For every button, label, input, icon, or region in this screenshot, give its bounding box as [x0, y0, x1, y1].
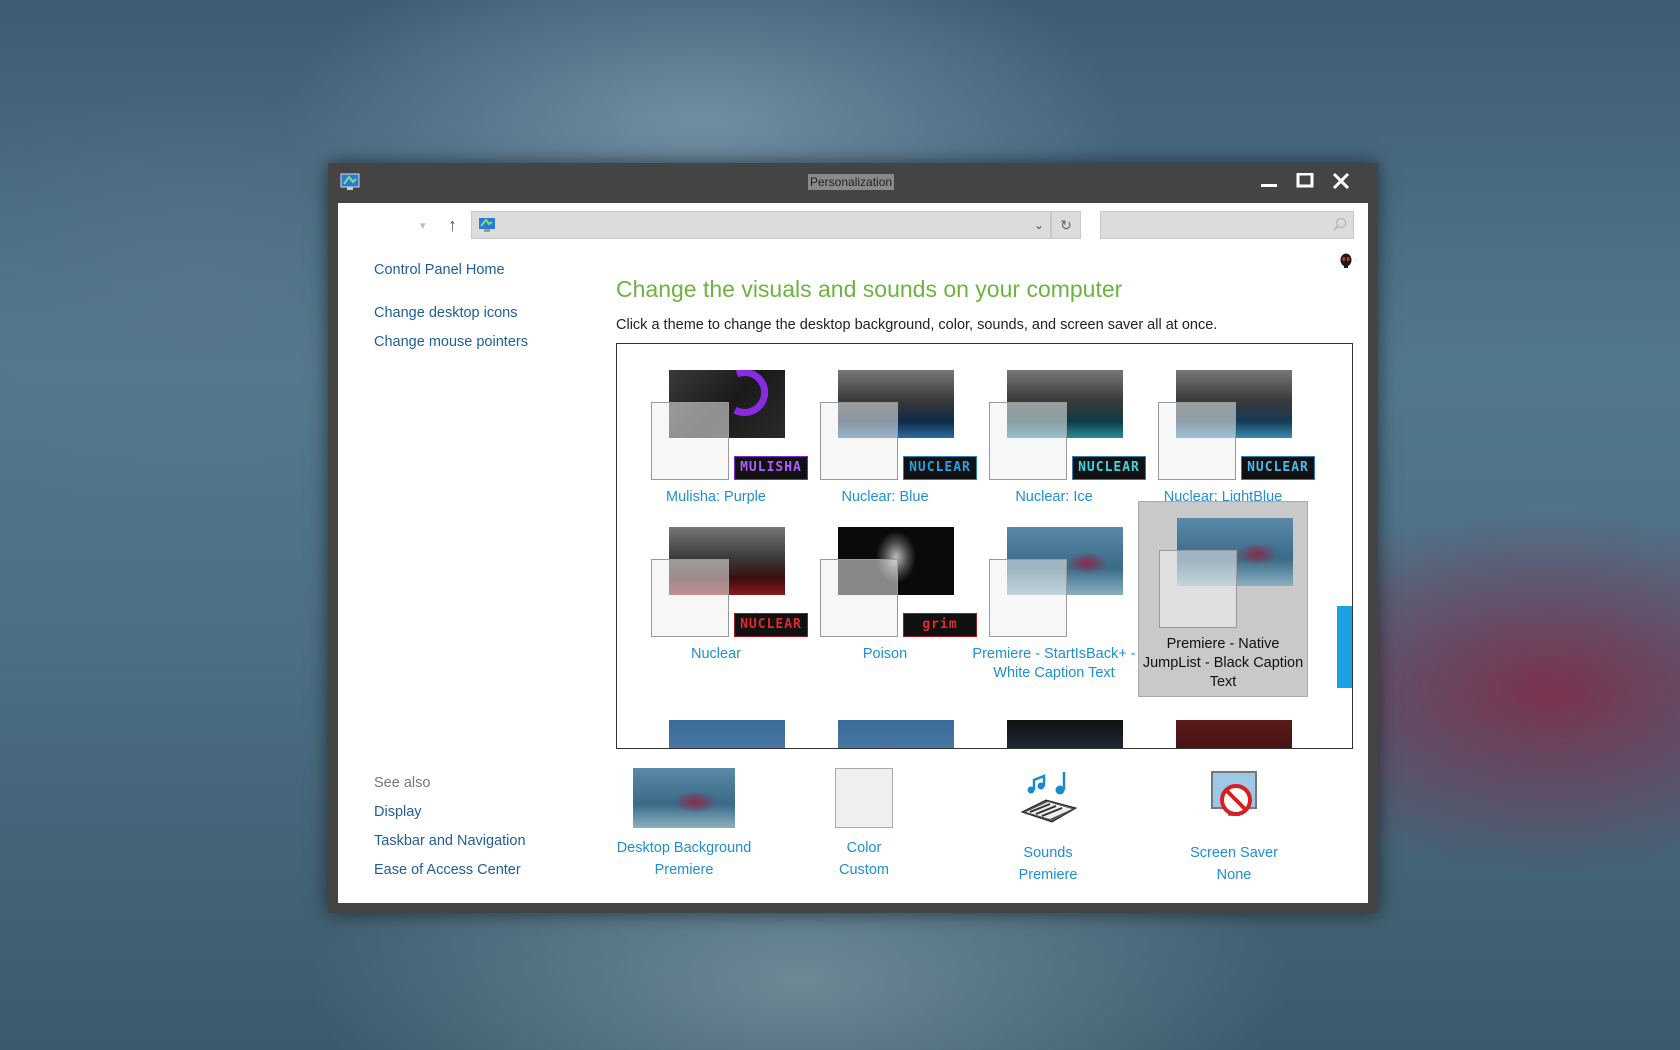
minimize-button[interactable] — [1250, 167, 1286, 195]
sounds-value: Premiere — [1018, 867, 1078, 883]
change-desktop-icons-link[interactable]: Change desktop icons — [374, 305, 518, 321]
scrollbar-thumb[interactable] — [1337, 606, 1352, 688]
color-value: Custom — [839, 862, 889, 878]
maximize-icon — [1296, 173, 1314, 188]
theme-badge: grim — [903, 613, 977, 637]
theme-color-swatch — [989, 402, 1067, 480]
desktop-background-value: Premiere — [654, 862, 714, 878]
page-description: Click a theme to change the desktop back… — [616, 317, 1218, 333]
personalization-icon — [340, 173, 360, 190]
maximize-button[interactable] — [1286, 167, 1322, 195]
theme-label: Mulisha: Purple — [666, 489, 766, 505]
personalization-window: Personalization ▾ ↑ ⌄ ↻ Control Panel Ho… — [328, 163, 1378, 913]
theme-color-swatch — [651, 402, 729, 480]
personalization-icon — [479, 218, 495, 232]
theme-badge: NUCLEAR — [903, 456, 977, 480]
theme-label: Nuclear: Ice — [1015, 489, 1093, 505]
theme-color-swatch — [820, 402, 898, 480]
control-panel-home-link[interactable]: Control Panel Home — [374, 262, 505, 278]
theme-label: Nuclear — [691, 646, 741, 662]
color-swatch — [835, 768, 893, 828]
desktop-background-label: Desktop Background — [616, 840, 752, 856]
theme-preview — [838, 720, 954, 748]
close-button[interactable] — [1322, 167, 1358, 195]
sounds-label: Sounds — [1023, 845, 1073, 861]
desktop-background-thumbnail — [633, 768, 735, 828]
ease-of-access-link[interactable]: Ease of Access Center — [374, 862, 521, 878]
theme-color-swatch — [1158, 402, 1236, 480]
page-title: Change the visuals and sounds on your co… — [616, 276, 1123, 302]
screen-saver-setting[interactable]: Screen Saver None — [1154, 768, 1314, 883]
theme-preview — [669, 720, 785, 748]
close-icon — [1332, 173, 1350, 189]
address-bar[interactable]: ⌄ — [471, 211, 1051, 239]
see-also-heading: See also — [374, 775, 431, 791]
theme-preview — [1007, 720, 1123, 748]
theme-label: Premiere - StartIsBack+ - White Caption … — [972, 646, 1136, 681]
up-arrow-icon[interactable]: ↑ — [448, 215, 457, 236]
desktop-background-setting[interactable]: Desktop Background Premiere — [604, 768, 764, 878]
theme-tile[interactable]: Premiere - StartIsBack+ - White Caption … — [969, 511, 1139, 706]
theme-badge: MULISHA — [734, 456, 808, 480]
minimize-icon — [1261, 184, 1277, 187]
color-setting[interactable]: Color Custom — [784, 768, 944, 878]
recent-locations-icon[interactable]: ▾ — [420, 219, 426, 232]
theme-tile[interactable] — [631, 704, 801, 748]
theme-color-swatch — [1159, 550, 1237, 628]
sounds-icon — [1020, 772, 1078, 823]
window-title: Personalization — [808, 174, 895, 190]
theme-label: Poison — [862, 646, 908, 662]
theme-label: Premiere - Native JumpList - Black Capti… — [1142, 636, 1304, 690]
theme-color-swatch — [820, 559, 898, 637]
theme-label: Nuclear: Blue — [841, 489, 929, 505]
theme-preview — [1176, 720, 1292, 748]
window-content: ▾ ↑ ⌄ ↻ Control Panel Home Change deskto… — [338, 203, 1368, 903]
color-label: Color — [846, 840, 882, 856]
taskbar-navigation-link[interactable]: Taskbar and Navigation — [374, 833, 526, 849]
theme-color-swatch — [651, 559, 729, 637]
search-icon — [1333, 217, 1347, 231]
refresh-icon: ↻ — [1060, 217, 1072, 233]
search-input[interactable] — [1100, 211, 1354, 239]
theme-tile[interactable] — [969, 704, 1139, 748]
display-link[interactable]: Display — [374, 804, 422, 820]
title-bar[interactable]: Personalization — [328, 163, 1378, 201]
theme-color-swatch — [989, 559, 1067, 637]
theme-tile-selected[interactable]: Premiere - Native JumpList - Black Capti… — [1138, 501, 1308, 697]
theme-badge: NUCLEAR — [734, 613, 808, 637]
change-mouse-pointers-link[interactable]: Change mouse pointers — [374, 334, 528, 350]
theme-tile[interactable]: grim Poison — [800, 511, 977, 706]
theme-tile[interactable]: NUCLEAR Nuclear — [631, 511, 808, 706]
sounds-setting[interactable]: Sounds Premiere — [968, 768, 1128, 883]
chevron-down-icon[interactable]: ⌄ — [1034, 218, 1044, 232]
navigation-bar: ▾ ↑ ⌄ ↻ — [338, 203, 1368, 249]
theme-badge: NUCLEAR — [1072, 456, 1146, 480]
screen-saver-icon — [1211, 771, 1257, 816]
theme-list[interactable]: MULISHA Mulisha: Purple NUCLEAR Nuclear:… — [616, 343, 1353, 749]
refresh-button[interactable]: ↻ — [1051, 211, 1081, 239]
screen-saver-value: None — [1216, 867, 1252, 883]
screen-saver-label: Screen Saver — [1190, 845, 1278, 861]
theme-tile[interactable] — [1138, 704, 1308, 748]
theme-badge: NUCLEAR — [1241, 456, 1315, 480]
theme-tile[interactable] — [800, 704, 970, 748]
help-icon[interactable] — [1340, 253, 1352, 269]
